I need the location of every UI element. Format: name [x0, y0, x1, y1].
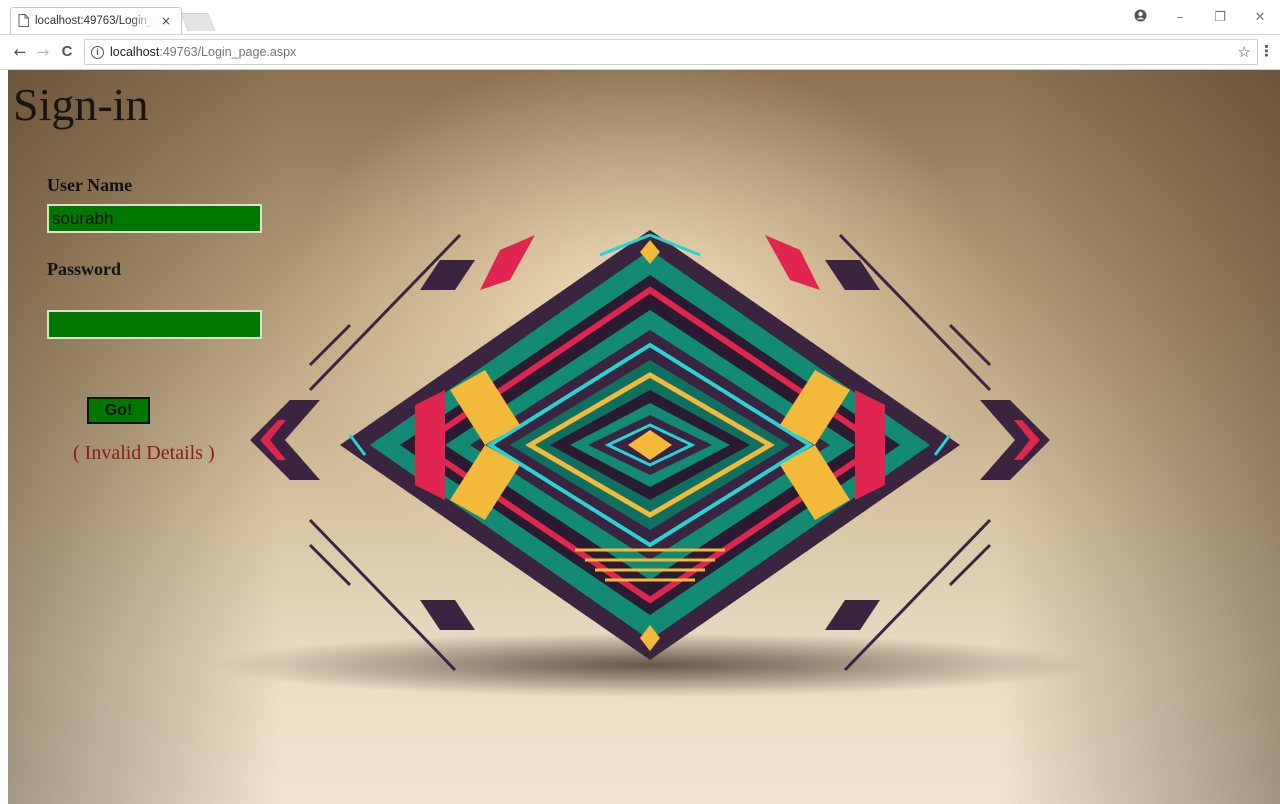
- password-input[interactable]: [47, 310, 262, 339]
- window-controls: – ❐ ✕: [1120, 0, 1280, 34]
- geometric-background-art: [210, 230, 1090, 697]
- account-icon-glyph: [1134, 9, 1146, 21]
- minimize-icon[interactable]: –: [1160, 10, 1200, 25]
- tab-title: localhost:49763/Login_page.aspx: [35, 14, 155, 27]
- reload-icon[interactable]: C: [57, 42, 77, 62]
- close-window-icon[interactable]: ✕: [1240, 10, 1280, 25]
- browser-tab-content[interactable]: localhost:49763/Login_page.aspx ×: [18, 7, 186, 34]
- page-viewport: Sign-in User Name Password Go! ( Invalid…: [0, 70, 1280, 804]
- info-icon[interactable]: i: [91, 45, 104, 59]
- page-icon: [18, 14, 29, 27]
- forward-arrow-icon[interactable]: →: [33, 42, 53, 62]
- page-title: Sign-in: [13, 79, 149, 130]
- page-left-edge: [0, 70, 8, 804]
- go-submit-button[interactable]: Go!: [87, 397, 150, 424]
- bookmark-star-icon[interactable]: ☆: [1238, 43, 1251, 61]
- tab-close-icon[interactable]: ×: [161, 14, 171, 28]
- browser-toolbar: ← → C i localhost:49763/Login_page.aspx …: [0, 34, 1280, 70]
- error-message: ( Invalid Details ): [73, 442, 215, 464]
- url-path: :49763/Login_page.aspx: [159, 45, 297, 59]
- account-icon[interactable]: [1120, 9, 1160, 26]
- new-tab-button[interactable]: [180, 13, 216, 31]
- username-input[interactable]: [47, 204, 262, 233]
- password-label: Password: [47, 259, 122, 279]
- restore-icon[interactable]: ❐: [1200, 10, 1240, 25]
- tab-strip: localhost:49763/Login_page.aspx × – ❐ ✕: [0, 0, 1280, 34]
- back-arrow-icon[interactable]: ←: [10, 42, 30, 62]
- url-text: localhost:49763/Login_page.aspx: [110, 45, 296, 59]
- url-host: localhost: [110, 45, 160, 59]
- username-label: User Name: [47, 175, 133, 195]
- address-bar[interactable]: i localhost:49763/Login_page.aspx ☆: [84, 39, 1258, 65]
- browser-menu-icon[interactable]: ⋮: [1259, 42, 1274, 60]
